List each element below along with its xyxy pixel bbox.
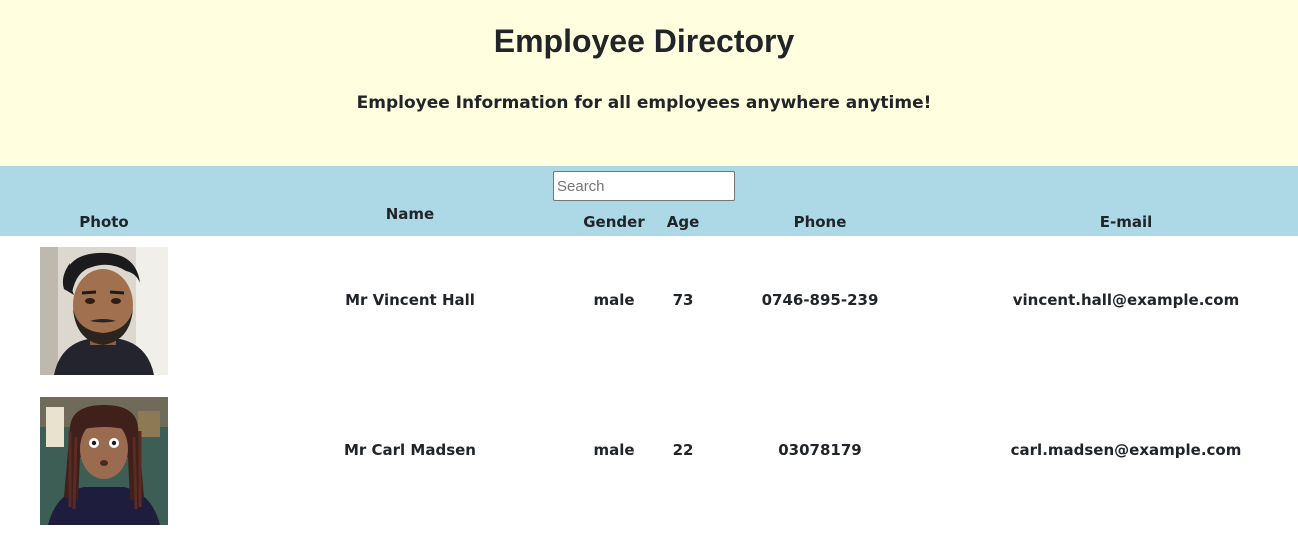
employee-phone: 03078179 [778, 441, 862, 459]
table-row: Mr Vincent Hall male 73 0746-895-239 vin… [0, 236, 1298, 386]
page-header: Employee Directory Employee Information … [0, 0, 1298, 166]
employee-age: 22 [672, 441, 694, 459]
column-header-gender: Gender [583, 213, 645, 231]
employee-phone: 0746-895-239 [761, 291, 879, 309]
employee-gender: male [593, 291, 635, 309]
table-row: Mr Carl Madsen male 22 03078179 carl.mad… [0, 386, 1298, 536]
employee-email: carl.madsen@example.com [1010, 441, 1242, 459]
search-input[interactable] [553, 171, 735, 201]
page-title: Employee Directory [493, 23, 795, 59]
page-subtitle: Employee Information for all employees a… [356, 93, 932, 113]
employee-gender: male [593, 441, 635, 459]
column-header-photo: Photo [79, 213, 129, 231]
employee-email: vincent.hall@example.com [1012, 291, 1240, 309]
column-header-phone: Phone [793, 213, 847, 231]
column-header-email: E-mail [1099, 213, 1153, 231]
employee-name: Mr Vincent Hall [345, 291, 475, 309]
column-header-age: Age [666, 213, 700, 231]
employee-photo [40, 397, 168, 525]
table-header: Photo Name Gender Age Phone E-mail [0, 166, 1298, 236]
employee-age: 73 [672, 291, 694, 309]
employee-photo [40, 247, 168, 375]
employee-name: Mr Carl Madsen [343, 441, 476, 459]
column-header-name[interactable]: Name [360, 204, 460, 224]
